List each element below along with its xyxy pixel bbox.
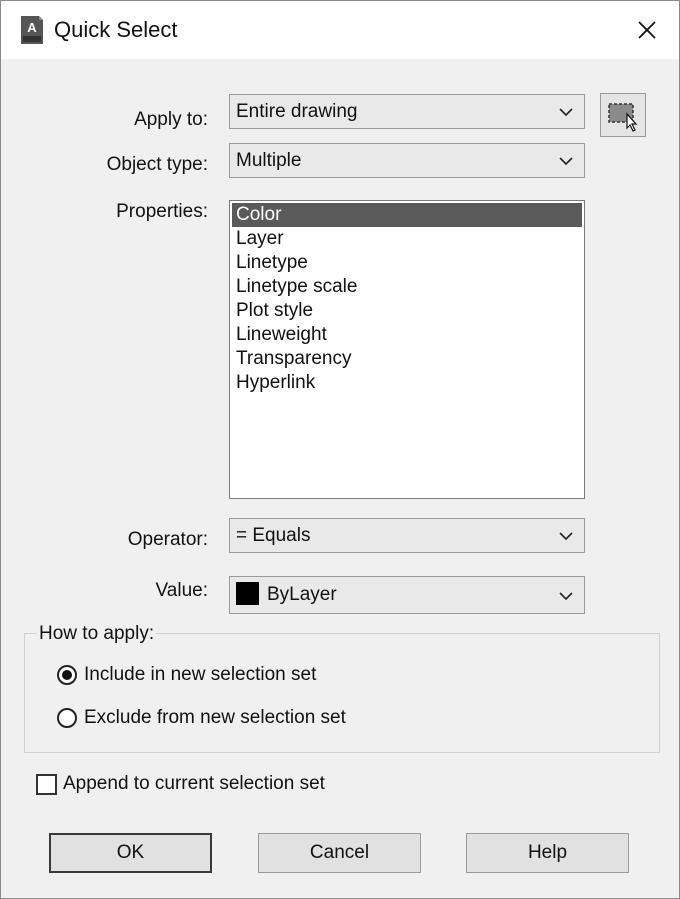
- apply-to-label: Apply to:: [134, 109, 208, 130]
- how-to-apply-group: [24, 633, 660, 753]
- value-dropdown[interactable]: ByLayer: [229, 576, 585, 614]
- apply-to-value: Entire drawing: [236, 101, 358, 122]
- list-item-layer[interactable]: Layer: [232, 227, 582, 251]
- operator-dropdown[interactable]: = Equals: [229, 518, 585, 553]
- list-item-transparency[interactable]: Transparency: [232, 347, 582, 371]
- list-item-linetype-scale[interactable]: Linetype scale: [232, 275, 582, 299]
- operator-label: Operator:: [127, 529, 208, 550]
- chevron-down-icon: [559, 157, 573, 166]
- exclude-radio[interactable]: [57, 708, 77, 728]
- help-button[interactable]: Help: [466, 833, 629, 873]
- chevron-down-icon: [559, 532, 573, 541]
- list-item-linetype[interactable]: Linetype: [232, 251, 582, 275]
- include-radio-option[interactable]: Include in new selection set: [57, 664, 316, 686]
- object-type-label: Object type:: [106, 154, 208, 175]
- list-item-color[interactable]: Color: [232, 203, 582, 227]
- chevron-down-icon: [559, 108, 573, 117]
- append-checkbox-label: Append to current selection set: [63, 773, 325, 794]
- cancel-button[interactable]: Cancel: [258, 833, 421, 873]
- list-item-plot-style[interactable]: Plot style: [232, 299, 582, 323]
- list-item-lineweight[interactable]: Lineweight: [232, 323, 582, 347]
- properties-listbox[interactable]: Color Layer Linetype Linetype scale Plot…: [229, 200, 585, 499]
- properties-label: Properties:: [116, 201, 208, 222]
- chevron-down-icon: [559, 592, 573, 601]
- quick-select-dialog: A Quick Select Apply to: Entire drawing …: [0, 0, 680, 899]
- include-radio-label: Include in new selection set: [84, 664, 317, 685]
- svg-text:A: A: [27, 20, 37, 35]
- close-button[interactable]: [625, 9, 669, 51]
- select-objects-button[interactable]: [600, 93, 646, 137]
- list-item-hyperlink[interactable]: Hyperlink: [232, 371, 582, 395]
- object-type-value: Multiple: [236, 150, 302, 171]
- color-swatch: [236, 581, 259, 605]
- apply-to-dropdown[interactable]: Entire drawing: [229, 94, 585, 129]
- autocad-app-icon: A: [21, 16, 43, 44]
- operator-value: = Equals: [236, 525, 311, 546]
- how-to-apply-title: How to apply:: [37, 623, 157, 645]
- exclude-radio-option[interactable]: Exclude from new selection set: [57, 707, 346, 729]
- title-bar: A Quick Select: [1, 1, 679, 59]
- include-radio[interactable]: [57, 665, 77, 685]
- dialog-title: Quick Select: [54, 17, 178, 42]
- select-objects-icon: [608, 103, 638, 132]
- append-option[interactable]: Append to current selection set: [36, 773, 325, 795]
- radio-dot: [62, 670, 72, 680]
- object-type-dropdown[interactable]: Multiple: [229, 143, 585, 178]
- value-label: Value:: [155, 580, 208, 601]
- value-value: ByLayer: [267, 584, 337, 605]
- ok-button[interactable]: OK: [49, 833, 212, 873]
- exclude-radio-label: Exclude from new selection set: [84, 707, 346, 728]
- append-checkbox[interactable]: [36, 773, 57, 795]
- close-icon: [638, 21, 656, 39]
